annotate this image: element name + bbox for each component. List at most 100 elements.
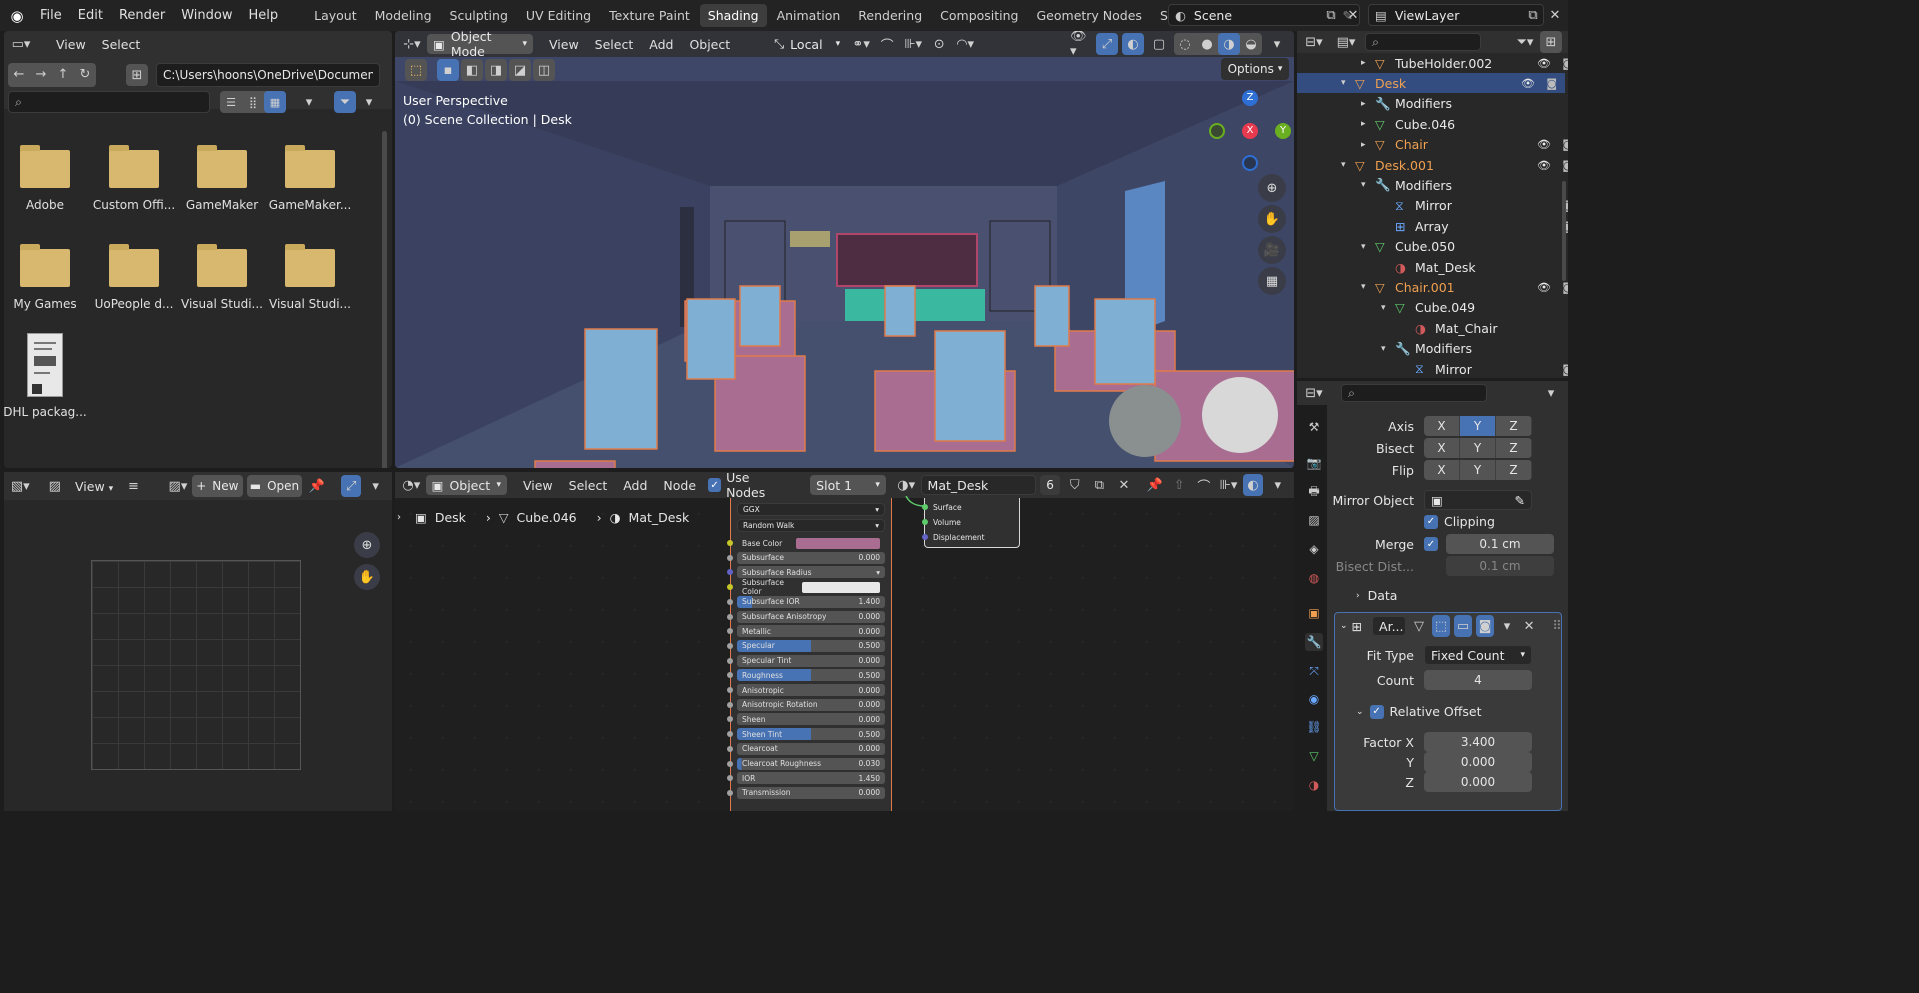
axis-toggle[interactable]: XYZ bbox=[1424, 416, 1532, 436]
gizmo-neg-z[interactable] bbox=[1242, 155, 1258, 171]
pan-hand-icon[interactable]: ✋ bbox=[1258, 205, 1286, 233]
path-field[interactable]: C:\Users\hoons\OneDrive\Documents\ bbox=[156, 63, 380, 87]
chevron-down-icon[interactable]: ▾ bbox=[1361, 242, 1375, 252]
relative-offset-header[interactable]: ⌄ ✓ Relative Offset bbox=[1356, 704, 1481, 719]
bisect-distance-field[interactable]: 0.1 cm bbox=[1446, 556, 1554, 576]
properties-options-icon[interactable]: ▾ bbox=[1540, 382, 1562, 404]
select-subtract-icon[interactable]: ◨ bbox=[485, 59, 507, 81]
gizmo-z-axis[interactable]: Z bbox=[1242, 90, 1258, 106]
uv-sync-options-icon[interactable]: ▾ bbox=[365, 475, 386, 497]
shading-options-icon[interactable]: ▾ bbox=[1266, 33, 1288, 55]
snap-settings-icon[interactable]: ⊪▾ bbox=[1218, 474, 1239, 496]
factor-x-field[interactable]: 3.400 bbox=[1424, 732, 1532, 752]
perspective-toggle-icon[interactable]: ▦ bbox=[1258, 267, 1286, 295]
object-tab-icon[interactable]: ▣ bbox=[1305, 604, 1323, 622]
distribution-dropdown[interactable]: GGX ▾ bbox=[737, 503, 885, 516]
axis-z[interactable]: Z bbox=[1496, 416, 1532, 436]
render-toggle-icon[interactable]: ◙ bbox=[1476, 615, 1495, 637]
relative-offset-checkbox[interactable]: ✓ bbox=[1369, 704, 1384, 719]
gizmo-neg-y[interactable] bbox=[1209, 123, 1225, 139]
input-socket[interactable] bbox=[727, 701, 733, 708]
chevron-right-icon[interactable]: ▸ bbox=[1361, 99, 1375, 109]
chevron-down-icon[interactable]: ▾ bbox=[1381, 344, 1395, 354]
eye-icon[interactable]: 👁 bbox=[1537, 138, 1551, 151]
folder-item[interactable]: UoPeople d... bbox=[90, 244, 178, 311]
pan-hand-icon[interactable]: ✋ bbox=[354, 564, 380, 590]
solid-shading-icon[interactable]: ● bbox=[1196, 33, 1218, 55]
new-image-button[interactable]: + New bbox=[192, 475, 243, 497]
parent-node-tree-icon[interactable]: ⇧ bbox=[1169, 474, 1190, 496]
editor-type-icon[interactable]: ◔▾ bbox=[401, 474, 422, 496]
unlink-material-icon[interactable]: ✕ bbox=[1114, 474, 1135, 496]
on-cage-toggle-icon[interactable]: ⬚ bbox=[1432, 615, 1451, 637]
menu-window[interactable]: Window bbox=[173, 8, 240, 23]
flip-y[interactable]: Y bbox=[1460, 460, 1496, 480]
editor-type-icon[interactable]: ▧▾ bbox=[10, 475, 31, 497]
menu-select[interactable]: Select bbox=[589, 37, 640, 52]
outliner-row[interactable]: ▸ 🔧 Modifiers bbox=[1361, 94, 1561, 114]
bisect-x[interactable]: X bbox=[1424, 438, 1460, 458]
proportional-edit-icon[interactable]: ⊙ bbox=[928, 33, 950, 55]
properties-search-input[interactable]: ⌕ bbox=[1341, 384, 1487, 402]
parent-directory-icon[interactable]: ↑ bbox=[52, 63, 74, 85]
chevron-right-icon[interactable]: ▸ bbox=[1361, 119, 1375, 129]
constraints-tab-icon[interactable]: ⛓ bbox=[1305, 718, 1323, 736]
menu-add[interactable]: Add bbox=[617, 478, 653, 493]
select-new-icon[interactable]: ▪ bbox=[437, 59, 459, 81]
clipping-row[interactable]: ✓ Clipping bbox=[1424, 514, 1495, 529]
bsdf-input-row[interactable]: Subsurface Radius ▾ bbox=[737, 566, 885, 579]
chevron-down-icon[interactable]: ⌄ bbox=[1340, 621, 1348, 631]
chevron-down-icon[interactable]: ▾ bbox=[1341, 160, 1355, 170]
eye-icon[interactable]: 👁 bbox=[1537, 281, 1551, 294]
bisect-y[interactable]: Y bbox=[1460, 438, 1496, 458]
select-intersect-icon[interactable]: ◫ bbox=[533, 59, 555, 81]
bsdf-input-row[interactable]: Sheen Tint 0.500 bbox=[737, 728, 885, 741]
bsdf-input-row[interactable]: Transmission 0.000 bbox=[737, 786, 885, 799]
displacement-socket[interactable] bbox=[922, 534, 928, 540]
eye-icon[interactable]: 👁 bbox=[1537, 159, 1551, 172]
material-preview-icon[interactable]: ◑ bbox=[1218, 33, 1240, 55]
options-button[interactable]: Options ▾ bbox=[1221, 58, 1289, 80]
bsdf-input-row[interactable]: Anisotropic Rotation 0.000 bbox=[737, 698, 885, 711]
bsdf-input-row[interactable]: Sheen 0.000 bbox=[737, 713, 885, 726]
modifier-name-field[interactable]: Ar... bbox=[1372, 616, 1407, 636]
display-settings-icon[interactable]: ▾ bbox=[298, 91, 320, 113]
axis-x[interactable]: X bbox=[1424, 416, 1460, 436]
eye-icon[interactable]: 👁 bbox=[1537, 57, 1551, 70]
material-users-count[interactable]: 6 bbox=[1039, 475, 1061, 495]
search-input[interactable]: ⌕ bbox=[8, 91, 210, 113]
tool-tab-icon[interactable]: ⚒ bbox=[1305, 418, 1323, 436]
rendered-shading-icon[interactable]: ◒ bbox=[1240, 33, 1262, 55]
render-visibility-icon[interactable]: ◙ bbox=[1562, 363, 1568, 376]
thumbnails-icon[interactable]: ▦ bbox=[264, 91, 286, 113]
material-browse-icon[interactable]: ◑▾ bbox=[896, 474, 917, 496]
menu-help[interactable]: Help bbox=[241, 8, 287, 23]
tab-sculpting[interactable]: Sculpting bbox=[442, 4, 516, 27]
view-layer-selector[interactable]: ▤ ViewLayer bbox=[1368, 4, 1544, 26]
bsdf-input-row[interactable]: Base Color bbox=[737, 537, 885, 549]
shader-type-selector[interactable]: ▣ Object ▾ bbox=[425, 475, 507, 495]
zoom-icon[interactable]: ⊕ bbox=[354, 532, 380, 558]
menu-node[interactable]: Node bbox=[657, 478, 702, 493]
material-output-node[interactable]: Surface Volume Displacement bbox=[922, 498, 1020, 548]
input-socket[interactable] bbox=[727, 687, 733, 693]
outliner-row[interactable]: ◑ Mat_Chair bbox=[1401, 318, 1561, 338]
merge-distance-field[interactable]: 0.1 cm bbox=[1446, 534, 1554, 554]
outliner-row[interactable]: ⧖Mirror◙ bbox=[1381, 196, 1568, 216]
horizontal-list-icon[interactable]: ⣿ bbox=[242, 91, 264, 113]
outliner-row[interactable]: ▾ ▽ Cube.050 bbox=[1361, 237, 1561, 257]
falloff-icon[interactable]: ◠▾ bbox=[954, 33, 976, 55]
select-invert-icon[interactable]: ◪ bbox=[509, 59, 531, 81]
file-item[interactable]: DHL packag... bbox=[1, 333, 89, 419]
factor-z-field[interactable]: 0.000 bbox=[1424, 772, 1532, 792]
modifier-menu-icon[interactable]: ▾ bbox=[1498, 615, 1516, 637]
gizmo-toggle-icon[interactable]: ⤢ bbox=[1096, 33, 1118, 55]
forward-icon[interactable]: → bbox=[30, 63, 52, 85]
outliner-row[interactable]: ▸ ▽ Chair 👁 ◙ bbox=[1361, 135, 1568, 155]
folder-item[interactable]: My Games bbox=[1, 244, 89, 311]
drag-handle-icon[interactable]: ⠿ bbox=[1548, 615, 1566, 637]
bsdf-input-row[interactable]: Anisotropic 0.000 bbox=[737, 684, 885, 696]
open-image-button[interactable]: ▬ Open bbox=[246, 475, 303, 497]
render-tab-icon[interactable]: 📷 bbox=[1305, 454, 1323, 472]
select-extend-icon[interactable]: ◧ bbox=[461, 59, 483, 81]
